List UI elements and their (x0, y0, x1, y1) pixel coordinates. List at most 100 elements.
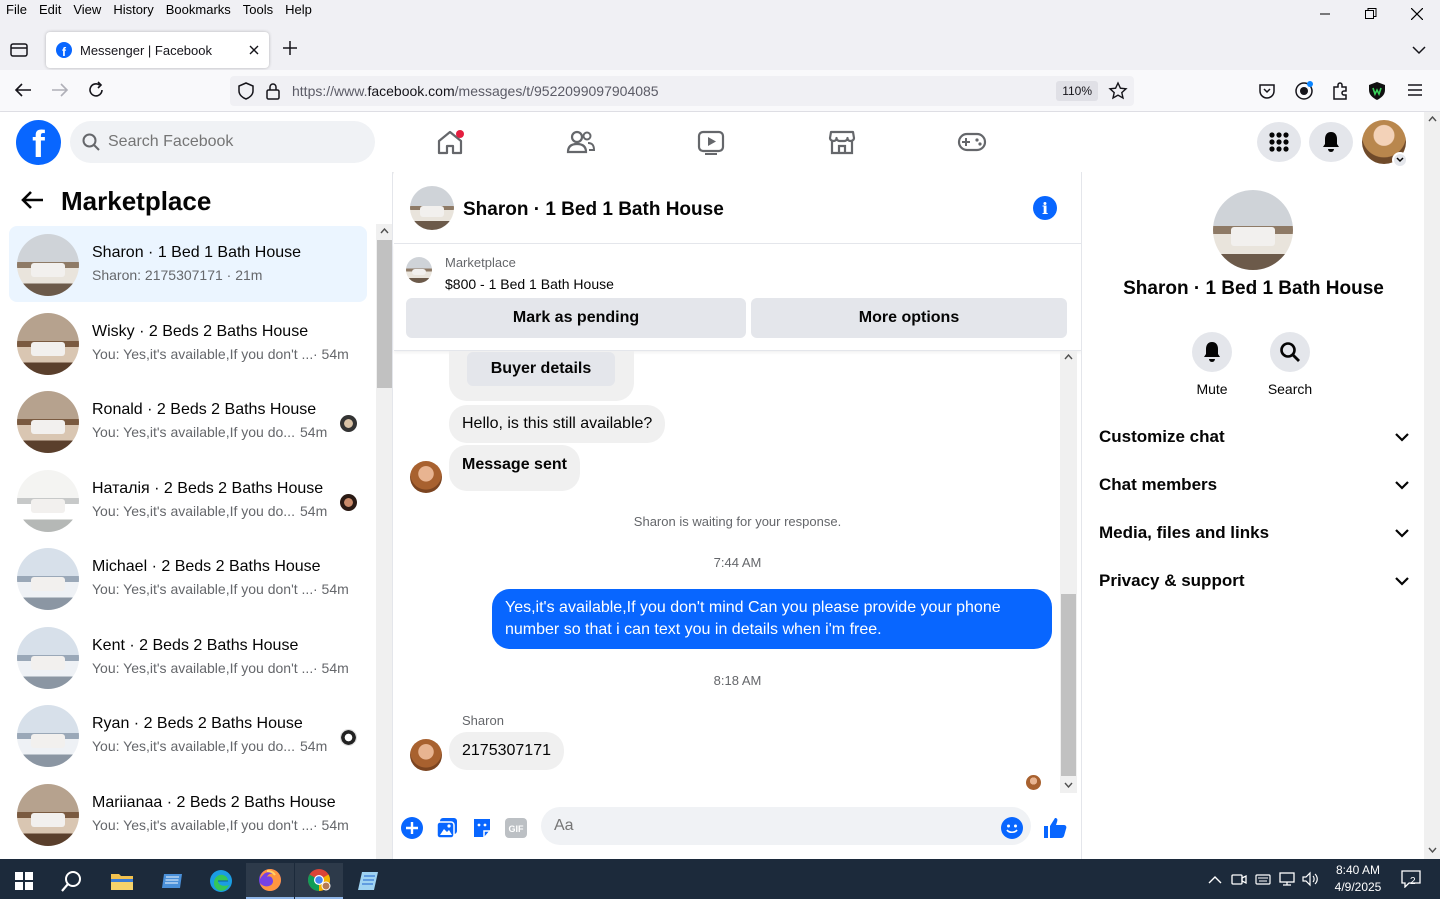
chat-item-kent[interactable]: Kent · 2 Beds 2 Baths House You: Yes,it'… (9, 619, 367, 695)
menu-bookmarks[interactable]: Bookmarks (160, 0, 237, 17)
attach-photo-button[interactable] (435, 816, 459, 840)
facebook-logo[interactable]: f (16, 120, 61, 165)
adblock-extension-button[interactable] (1368, 81, 1386, 101)
lock-icon[interactable] (265, 82, 281, 100)
conversation-panel: Sharon · 1 Bed 1 Bath House i Marketplac… (394, 172, 1081, 859)
like-button[interactable] (1043, 816, 1067, 840)
extensions-button[interactable] (1331, 81, 1349, 101)
start-button[interactable] (0, 863, 48, 899)
info-icon[interactable]: i (1033, 196, 1057, 220)
facebook-search[interactable] (70, 121, 375, 163)
nav-marketplace[interactable] (824, 124, 860, 160)
forward-button[interactable] (51, 82, 69, 98)
customize-chat-section[interactable]: Customize chat (1099, 417, 1409, 457)
menu-help[interactable]: Help (279, 0, 318, 17)
sender-avatar[interactable] (410, 739, 442, 771)
chevron-down-icon (1396, 157, 1404, 163)
nav-friends[interactable] (563, 124, 599, 160)
listing-price-title[interactable]: $800 - 1 Bed 1 Bath House (445, 276, 614, 292)
media-files-links-section[interactable]: Media, files and links (1099, 513, 1409, 553)
tab-messenger[interactable]: f Messenger | Facebook (46, 32, 269, 68)
conversation-avatar[interactable] (410, 186, 454, 230)
search-action[interactable]: Search (1250, 332, 1330, 397)
more-options-button[interactable]: More options (751, 298, 1067, 338)
file-explorer-button[interactable] (98, 863, 146, 899)
network-button[interactable] (1277, 869, 1297, 889)
tray-meet-button[interactable] (1229, 869, 1249, 889)
nav-home[interactable] (432, 124, 468, 160)
edge-browser-button[interactable] (197, 863, 245, 899)
message-input[interactable] (541, 807, 1031, 845)
menu-history[interactable]: History (107, 0, 159, 17)
menu-tools[interactable]: Tools (237, 0, 279, 17)
notification-center-button[interactable]: 2 (1400, 869, 1422, 889)
url-prefix: https://www. (292, 83, 368, 99)
gif-button[interactable]: GIF (504, 816, 528, 840)
sender-avatar[interactable] (410, 461, 442, 493)
scroll-down-icon[interactable] (1064, 782, 1073, 788)
list-all-tabs-button[interactable] (1412, 42, 1426, 60)
menu-view[interactable]: View (67, 0, 107, 17)
page-scrollbar[interactable] (1424, 112, 1440, 859)
chat-list-scroll-thumb[interactable] (377, 240, 392, 388)
account-menu-chevron[interactable] (1392, 152, 1408, 168)
emoji-button[interactable] (1000, 816, 1024, 840)
minimize-button[interactable] (1302, 0, 1348, 28)
back-button[interactable] (20, 190, 44, 215)
section-label: Chat members (1099, 475, 1218, 494)
tab-list-button[interactable] (10, 41, 28, 62)
chat-item-natalia[interactable]: Наталія · 2 Beds 2 Baths House You: Yes,… (9, 462, 367, 538)
taskbar-app-button[interactable] (148, 863, 196, 899)
conversation-title[interactable]: Sharon · 1 Bed 1 Bath House (463, 199, 724, 221)
chevron-down-icon (1395, 528, 1409, 538)
account-button[interactable] (1294, 81, 1314, 101)
chat-item-ryan[interactable]: Ryan · 2 Beds 2 Baths House You: Yes,it'… (9, 697, 367, 773)
listing-thumbnail[interactable] (406, 257, 432, 283)
shield-icon[interactable] (237, 82, 255, 100)
back-button[interactable] (14, 82, 32, 98)
scroll-up-icon[interactable] (380, 228, 389, 234)
mark-as-pending-button[interactable]: Mark as pending (406, 298, 746, 338)
chat-item-wisky[interactable]: Wisky · 2 Beds 2 Baths House You: Yes,it… (9, 305, 367, 381)
chat-item-michael[interactable]: Michael · 2 Beds 2 Baths House You: Yes,… (9, 540, 367, 616)
firefox-taskbar-button[interactable] (246, 863, 294, 899)
show-hidden-icons-button[interactable] (1205, 869, 1225, 889)
listing-thumbnail (17, 470, 79, 532)
scroll-up-icon[interactable] (1428, 116, 1437, 122)
reload-button[interactable] (87, 81, 105, 99)
menu-button[interactable] (1257, 122, 1301, 162)
star-icon[interactable] (1108, 81, 1128, 101)
chat-item-sharon[interactable]: Sharon · 1 Bed 1 Bath House Sharon: 2175… (9, 226, 367, 302)
chat-members-section[interactable]: Chat members (1099, 465, 1409, 505)
sticker-button[interactable] (470, 816, 494, 840)
scroll-down-icon[interactable] (1428, 847, 1437, 853)
app-menu-button[interactable] (1407, 83, 1423, 97)
restore-button[interactable] (1348, 0, 1394, 28)
zoom-level[interactable]: 110% (1056, 81, 1098, 101)
chat-item-mariianaa[interactable]: Mariianaa · 2 Beds 2 Baths House You: Ye… (9, 776, 367, 852)
menu-file[interactable]: File (0, 0, 33, 17)
url-bar[interactable]: https://www.facebook.com/messages/t/9522… (230, 76, 1134, 106)
listing-avatar[interactable] (1213, 190, 1293, 270)
tray-input-button[interactable] (1253, 869, 1273, 889)
buyer-details-button[interactable]: Buyer details (467, 352, 615, 386)
notifications-button[interactable] (1309, 122, 1353, 162)
menu-edit[interactable]: Edit (33, 0, 67, 17)
privacy-support-section[interactable]: Privacy & support (1099, 561, 1409, 601)
nav-video[interactable] (693, 124, 729, 160)
chat-item-ronald[interactable]: Ronald · 2 Beds 2 Baths House You: Yes,i… (9, 383, 367, 459)
more-actions-button[interactable] (400, 816, 424, 840)
chrome-taskbar-button[interactable] (295, 863, 343, 899)
taskbar-search-button[interactable] (48, 863, 96, 899)
nav-gaming[interactable] (954, 124, 990, 160)
close-window-button[interactable] (1394, 0, 1440, 28)
scroll-up-icon[interactable] (1064, 354, 1073, 360)
message-scroll-thumb[interactable] (1061, 594, 1076, 776)
taskbar-clock[interactable]: 8:40 AM 4/9/2025 (1318, 862, 1398, 896)
search-input[interactable] (108, 133, 348, 151)
pocket-button[interactable] (1258, 82, 1276, 100)
new-tab-button[interactable] (282, 40, 298, 61)
mute-action[interactable]: Mute (1172, 332, 1252, 397)
tab-close-icon[interactable] (249, 45, 259, 55)
notes-app-button[interactable] (344, 863, 392, 899)
